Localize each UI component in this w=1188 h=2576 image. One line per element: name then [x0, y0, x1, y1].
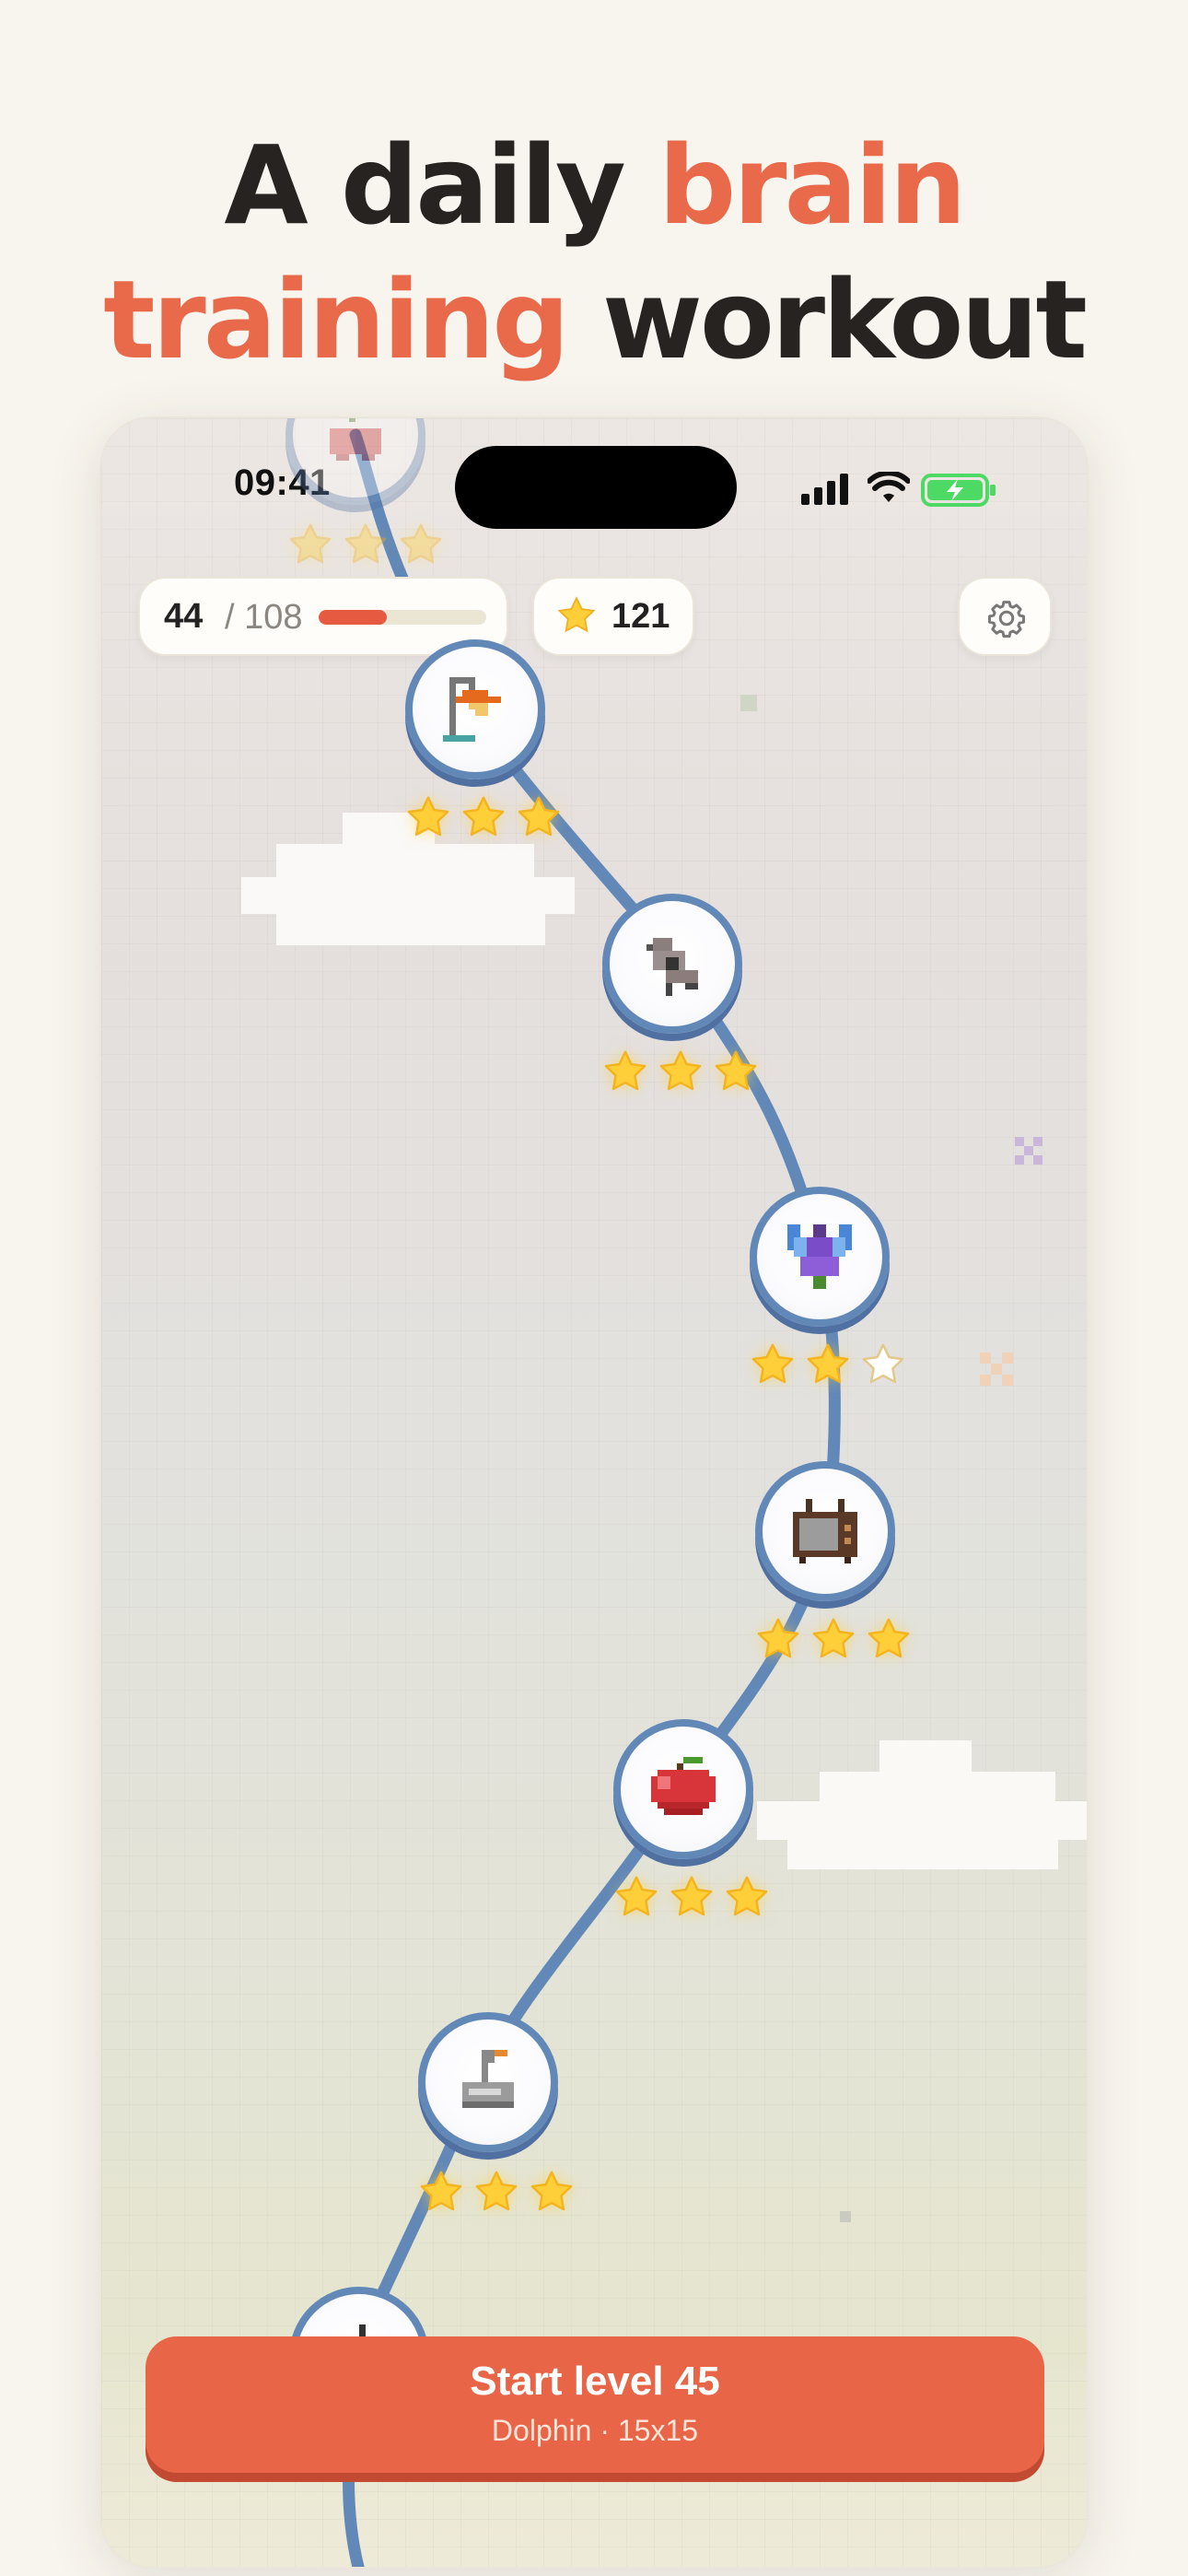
headline-text: A daily: [224, 122, 658, 249]
headline: A daily brain training workout: [0, 118, 1188, 387]
wifi-icon: [868, 472, 910, 502]
star-filled-icon: [868, 1618, 910, 1658]
star-filled-icon: [604, 1050, 646, 1091]
star-filled-icon: [757, 1618, 799, 1658]
star-filled-icon: [670, 1876, 713, 1916]
tv-icon: [793, 1499, 857, 1563]
battery-icon: [921, 474, 996, 507]
star-filled-icon: [344, 523, 387, 564]
lamp-icon: [443, 677, 501, 742]
level-stars: [602, 1048, 759, 1096]
start-level-subtitle: Dolphin · 15x15: [491, 2414, 699, 2447]
stars-pill[interactable]: 121: [532, 577, 694, 656]
level-node[interactable]: [750, 1187, 890, 1327]
level-stars: [418, 2169, 575, 2217]
level-stars: [750, 1341, 906, 1389]
level-node[interactable]: [602, 894, 742, 1034]
fairy-icon: [787, 1224, 852, 1289]
dynamic-island: [455, 446, 737, 529]
headline-accent-text: training: [103, 256, 570, 383]
star-icon: [557, 596, 596, 633]
headline-text: workout: [566, 256, 1088, 383]
phone-screen: 09:41 44 / 108 121 Start level 45 Dolphi…: [99, 416, 1089, 2569]
headline-accent-text: brain: [658, 122, 967, 249]
star-filled-icon: [407, 796, 449, 837]
star-filled-icon: [400, 523, 442, 564]
goose-icon: [462, 2050, 514, 2108]
star-filled-icon: [530, 2171, 573, 2211]
apple-icon: [651, 1757, 716, 1815]
progress-bar: [319, 610, 486, 625]
star-filled-icon: [420, 2171, 462, 2211]
level-node[interactable]: [418, 2012, 558, 2152]
start-level-title: Start level 45: [470, 2359, 720, 2404]
star-filled-icon: [615, 1876, 658, 1916]
level-stars: [755, 1616, 912, 1664]
progress-bar-fill: [319, 610, 388, 625]
star-filled-icon: [518, 796, 560, 837]
bird-icon: [646, 938, 698, 996]
star-filled-icon: [462, 796, 505, 837]
star-filled-icon: [751, 1343, 794, 1384]
level-node[interactable]: [755, 1461, 895, 1601]
level-node[interactable]: [405, 639, 545, 779]
start-level-button[interactable]: Start level 45 Dolphin · 15x15: [146, 2336, 1044, 2473]
status-icons: [801, 472, 1013, 509]
level-stars: [405, 794, 562, 842]
level-path: [342, 428, 841, 2567]
level-stars: [287, 521, 444, 569]
signal-icon: [801, 474, 848, 505]
gear-icon: [988, 601, 1025, 638]
star-filled-icon: [659, 1050, 702, 1091]
stars-count: 121: [611, 597, 670, 636]
star-empty-icon: [862, 1343, 904, 1384]
settings-button[interactable]: [958, 577, 1052, 656]
level-stars: [613, 1874, 770, 1922]
star-filled-icon: [812, 1618, 855, 1658]
level-node[interactable]: [613, 1719, 753, 1859]
star-filled-icon: [807, 1343, 849, 1384]
progress-total: / 108: [225, 598, 303, 637]
star-filled-icon: [715, 1050, 757, 1091]
progress-current: 44: [164, 597, 204, 636]
star-filled-icon: [726, 1876, 768, 1916]
cherry-icon: [330, 418, 381, 461]
star-filled-icon: [289, 523, 332, 564]
star-filled-icon: [475, 2171, 518, 2211]
